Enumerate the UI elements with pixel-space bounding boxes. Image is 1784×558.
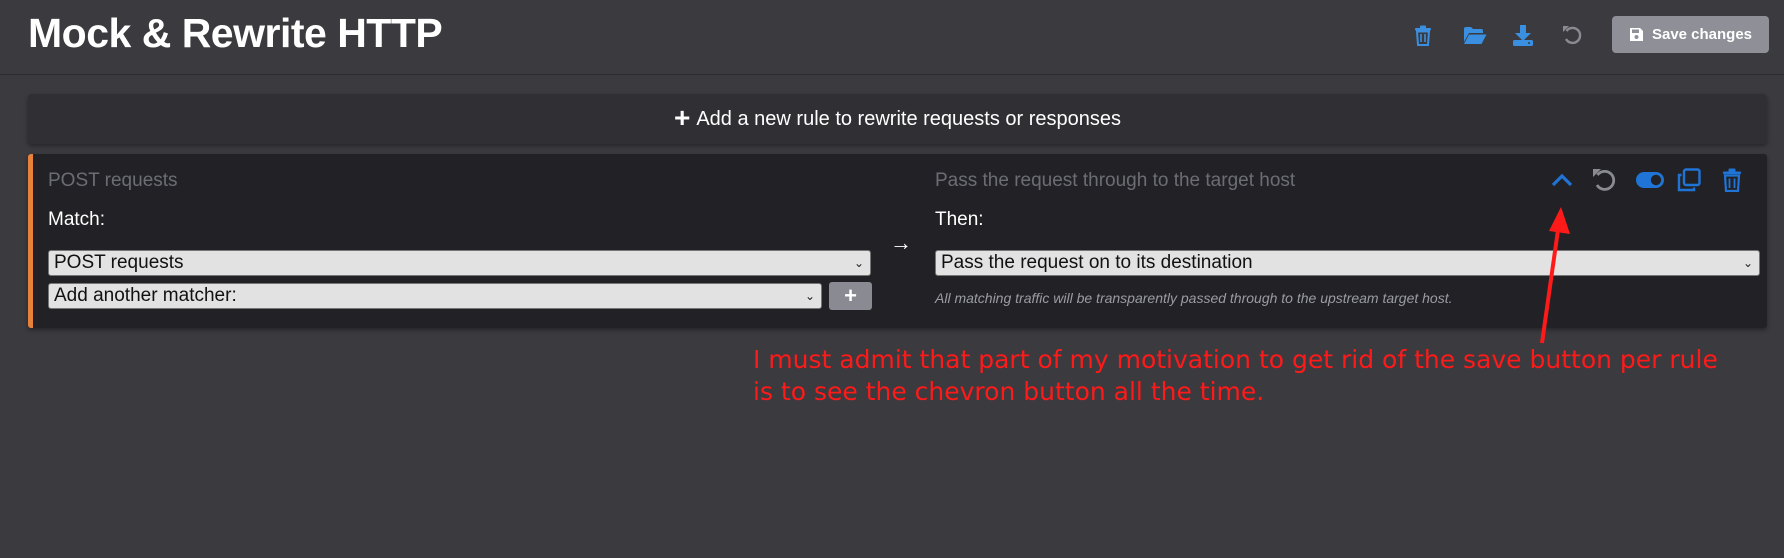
matcher-select[interactable]: POST requests ⌄ (48, 250, 871, 276)
add-rule-button[interactable]: + Add a new rule to rewrite requests or … (28, 94, 1767, 144)
annotation-text: I must admit that part of my motivation … (753, 345, 1718, 406)
arrow-right-icon: → (890, 230, 912, 255)
page-title: Mock & Rewrite HTTP (28, 10, 443, 56)
then-label: Then: (935, 209, 984, 230)
rule-card[interactable]: POST requests Pass the request through t… (28, 154, 1767, 328)
handler-select-value: Pass the request on to its destination (941, 252, 1253, 273)
add-rule-label: Add a new rule to rewrite requests or re… (696, 107, 1122, 130)
matcher-select-value: POST requests (54, 252, 184, 273)
delete-icon[interactable] (1718, 166, 1746, 194)
save-changes-label: Save changes (1651, 26, 1753, 43)
plus-icon: + (673, 101, 691, 133)
add-matcher-select-value: Add another matcher: (54, 285, 237, 306)
handler-explanation: All matching traffic will be transparent… (935, 290, 1453, 306)
add-matcher-select[interactable]: Add another matcher: ⌄ (48, 283, 822, 309)
match-label: Match: (48, 209, 106, 230)
reset-icon[interactable] (1590, 166, 1618, 194)
chevron-down-icon: ⌄ (804, 289, 815, 303)
save-icon (1629, 28, 1643, 41)
trash-icon[interactable] (1411, 22, 1435, 48)
save-changes-button[interactable]: Save changes (1612, 16, 1769, 53)
rule-then-summary: Pass the request through to the target h… (935, 170, 1296, 191)
rule-match-summary: POST requests (48, 170, 178, 191)
toggle-on-icon[interactable] (1633, 166, 1667, 194)
chevron-down-icon: ⌄ (1742, 256, 1753, 270)
chevron-down-icon: ⌄ (853, 256, 864, 270)
add-matcher-button[interactable]: + (829, 282, 872, 310)
clone-icon[interactable] (1675, 166, 1703, 194)
plus-icon: + (844, 283, 857, 308)
chevron-up-icon[interactable] (1548, 166, 1576, 194)
undo-icon[interactable] (1560, 22, 1584, 48)
folder-open-icon[interactable] (1461, 22, 1489, 48)
page-header: Mock & Rewrite HTTP Save changes (0, 0, 1784, 75)
handler-select[interactable]: Pass the request on to its destination ⌄ (935, 250, 1760, 276)
download-icon[interactable] (1511, 22, 1535, 48)
